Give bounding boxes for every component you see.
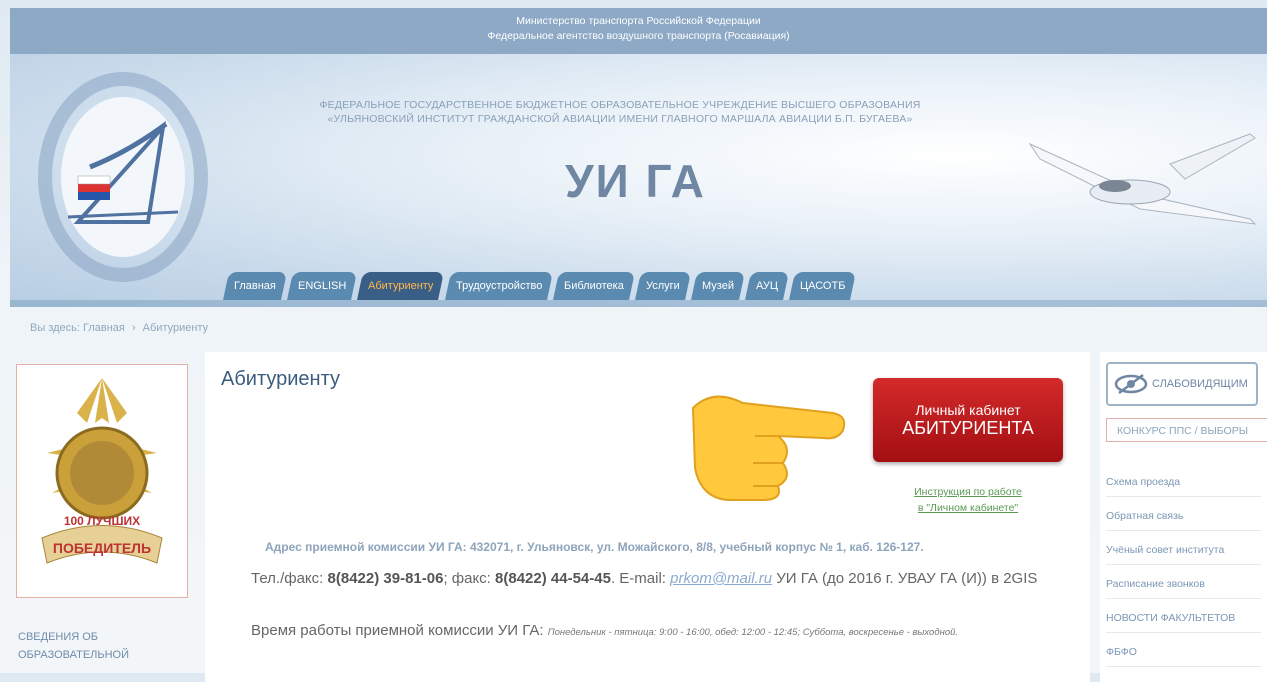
breadcrumb: Вы здесь: Главная › Абитуриенту [30, 322, 208, 334]
breadcrumb-home[interactable]: Главная [83, 322, 125, 334]
map-link[interactable]: УИ ГА (до 2016 г. УВАУ ГА (И)) в 2GIS [772, 570, 1037, 587]
site-abbreviation: УИ ГА [565, 155, 706, 207]
award-medal-icon: 100 ЛУЧШИХ ПОБЕДИТЕЛЬ [41, 378, 163, 564]
breadcrumb-prefix: Вы здесь: [30, 322, 80, 334]
cabinet-instructions-link[interactable]: Инструкция по работе в "Личном кабинете" [893, 484, 1043, 516]
email-label: . E-mail: [610, 570, 671, 587]
ministry-banner: Министерство транспорта Российской Федер… [10, 8, 1267, 54]
work-hours: Понедельник - пятница: 9:00 - 16:00, обе… [547, 627, 959, 638]
cabinet-label-2: АБИТУРИЕНТА [902, 417, 1034, 438]
nav-applicants-label: Абитуриенту [368, 280, 434, 292]
sidebar-item-directions[interactable]: Схема проезда [1106, 468, 1261, 497]
applicant-cabinet-button[interactable]: Личный кабинет АБИТУРИЕНТА [873, 378, 1063, 462]
institute-logo-icon[interactable] [38, 72, 208, 282]
nav-english-label: ENGLISH [297, 280, 347, 292]
contact-info: Тел./факс: 8(8422) 39-81-06; факс: 8(842… [251, 570, 1091, 587]
breadcrumb-separator: › [131, 322, 136, 334]
nav-services[interactable]: Услуги [634, 272, 691, 300]
email-link[interactable]: prkom@mail.ru [670, 570, 772, 587]
nav-home-label: Главная [234, 280, 276, 292]
work-label: Время работы приемной комиссии УИ ГА: [251, 622, 548, 639]
medal-ribbon-text: ПОБЕДИТЕЛЬ [53, 540, 151, 556]
fax-label: ; факс: [443, 570, 496, 587]
sidebar-item-bell-schedule[interactable]: Расписание звонков [1106, 570, 1261, 599]
sidebar-item-academic-council[interactable]: Учёный совет института [1106, 536, 1261, 565]
low-vision-label: СЛАБОВИДЯЩИМ [1152, 378, 1248, 390]
institution-line-1: ФЕДЕРАЛЬНОЕ ГОСУДАРСТВЕННОЕ БЮДЖЕТНОЕ ОБ… [319, 99, 921, 111]
agency-line: Федеральное агентство воздушного транспо… [487, 30, 790, 42]
nav-casotb-label: ЦАСОТБ [799, 280, 845, 292]
cabinet-label-1: Личный кабинет [915, 401, 1021, 418]
right-sidebar: СЛАБОВИДЯЩИМ КОНКУРС ППС / ВЫБОРЫ Схема … [1100, 352, 1267, 682]
page-title: Абитуриенту [221, 368, 340, 390]
nav-services-label: Услуги [645, 280, 680, 292]
edu-info-line-2: ОБРАЗОВАТЕЛЬНОЙ [18, 649, 130, 661]
ministry-line: Министерство транспорта Российской Федер… [516, 15, 761, 27]
sidebar-item-fbfo[interactable]: ФБФО [1106, 638, 1261, 667]
institution-name: ФЕДЕРАЛЬНОЕ ГОСУДАРСТВЕННОЕ БЮДЖЕТНОЕ ОБ… [270, 98, 970, 126]
nav-home[interactable]: Главная [223, 272, 287, 300]
nav-underline [10, 300, 1267, 307]
tel-label: Тел./факс: [251, 570, 328, 587]
instr-line-1: Инструкция по работе [914, 486, 1022, 498]
nav-employment-label: Трудоустройство [455, 280, 542, 292]
medal-top-text: 100 ЛУЧШИХ [64, 514, 140, 528]
nav-museum-label: Музей [701, 280, 734, 292]
edu-info-line-1: СВЕДЕНИЯ ОБ [18, 631, 99, 643]
main-content: Абитуриенту Личный кабинет АБИТУРИЕНТА И… [205, 352, 1090, 682]
nav-employment[interactable]: Трудоустройство [444, 272, 553, 300]
low-vision-button[interactable]: СЛАБОВИДЯЩИМ [1106, 362, 1258, 406]
nav-applicants[interactable]: Абитуриенту [357, 272, 445, 300]
nav-auc-label: АУЦ [755, 280, 778, 292]
nav-english[interactable]: ENGLISH [286, 272, 358, 300]
nav-library-label: Библиотека [563, 280, 624, 292]
tel-number: 8(8422) 39-81-06 [327, 570, 444, 587]
nav-casotb[interactable]: ЦАСОТБ [788, 272, 856, 300]
contest-link[interactable]: КОНКУРС ППС / ВЫБОРЫ [1106, 418, 1267, 442]
main-nav: Главная ENGLISH Абитуриенту Трудоустройс… [223, 272, 856, 300]
pointing-hand-icon [691, 395, 846, 501]
nav-library[interactable]: Библиотека [552, 272, 635, 300]
instr-line-2: в "Личном кабинете" [917, 502, 1019, 514]
sidebar-item-faculty-news[interactable]: НОВОСТИ ФАКУЛЬТЕТОВ [1106, 604, 1261, 633]
fax-number: 8(8422) 44-54-45 [495, 570, 611, 587]
admission-address: Адрес приемной комиссии УИ ГА: 432071, г… [265, 540, 924, 554]
working-hours: Время работы приемной комиссии УИ ГА: По… [251, 620, 1071, 644]
eye-icon [1114, 374, 1148, 394]
award-banner[interactable]: 100 ЛУЧШИХ ПОБЕДИТЕЛЬ [16, 364, 188, 598]
institution-line-2: «УЛЬЯНОВСКИЙ ИНСТИТУТ ГРАЖДАНСКОЙ АВИАЦИ… [327, 113, 913, 125]
airplane-icon [1028, 133, 1257, 225]
breadcrumb-current: Абитуриенту [142, 322, 209, 334]
site-header: ФЕДЕРАЛЬНОЕ ГОСУДАРСТВЕННОЕ БЮДЖЕТНОЕ ОБ… [10, 54, 1267, 307]
nav-auc[interactable]: АУЦ [744, 272, 789, 300]
nav-museum[interactable]: Музей [690, 272, 745, 300]
edu-info-link[interactable]: СВЕДЕНИЯ ОБ ОБРАЗОВАТЕЛЬНОЙ [18, 628, 198, 664]
sidebar-item-feedback[interactable]: Обратная связь [1106, 502, 1261, 531]
